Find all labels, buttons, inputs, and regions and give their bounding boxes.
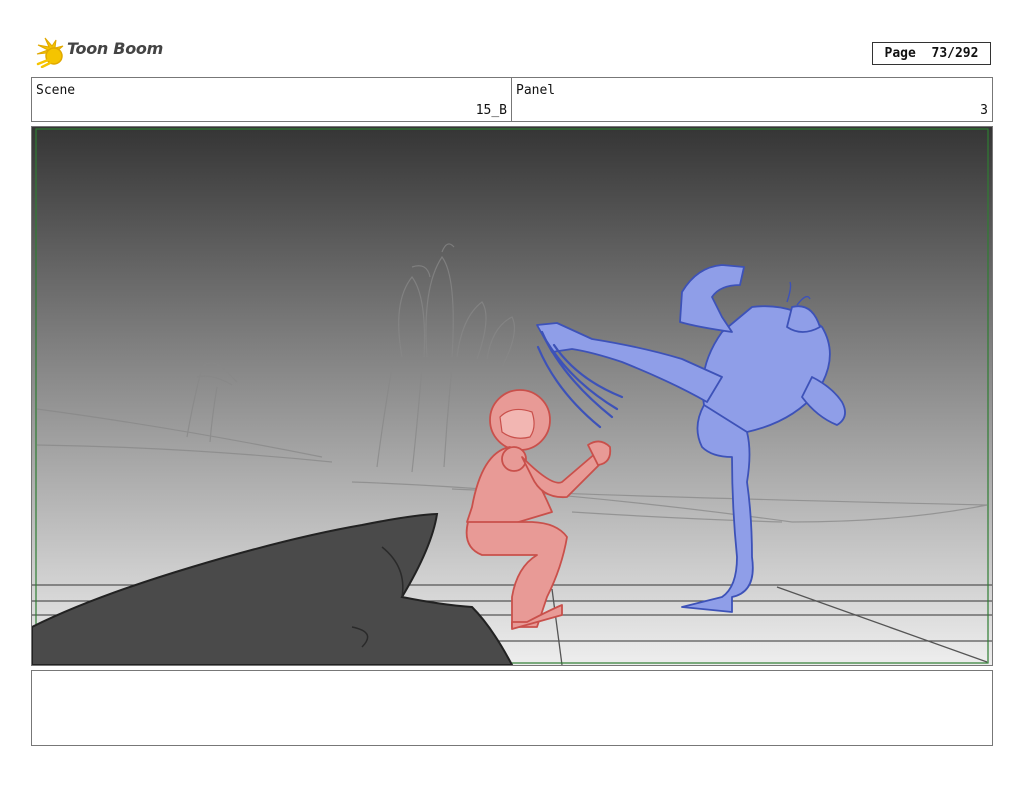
scene-cell: Scene 15_B <box>32 78 512 121</box>
scene-panel-header: Scene 15_B Panel 3 <box>31 77 993 122</box>
panel-value: 3 <box>980 103 988 118</box>
logo-text: Toon Boom <box>67 39 163 58</box>
toon-boom-logo-icon <box>36 37 64 69</box>
scene-value: 15_B <box>475 103 507 118</box>
panel-cell: Panel 3 <box>512 78 992 121</box>
page-counter: Page 73/292 <box>872 42 991 65</box>
panel-label: Panel <box>516 83 556 98</box>
panel-drawing <box>32 127 992 665</box>
panel-notes-box <box>31 670 993 746</box>
scene-label: Scene <box>36 83 76 98</box>
page-label: Page <box>884 46 916 61</box>
storyboard-panel-image <box>31 126 993 666</box>
toon-boom-logo: Toon Boom <box>34 36 164 70</box>
page-value: 73/292 <box>931 46 979 61</box>
